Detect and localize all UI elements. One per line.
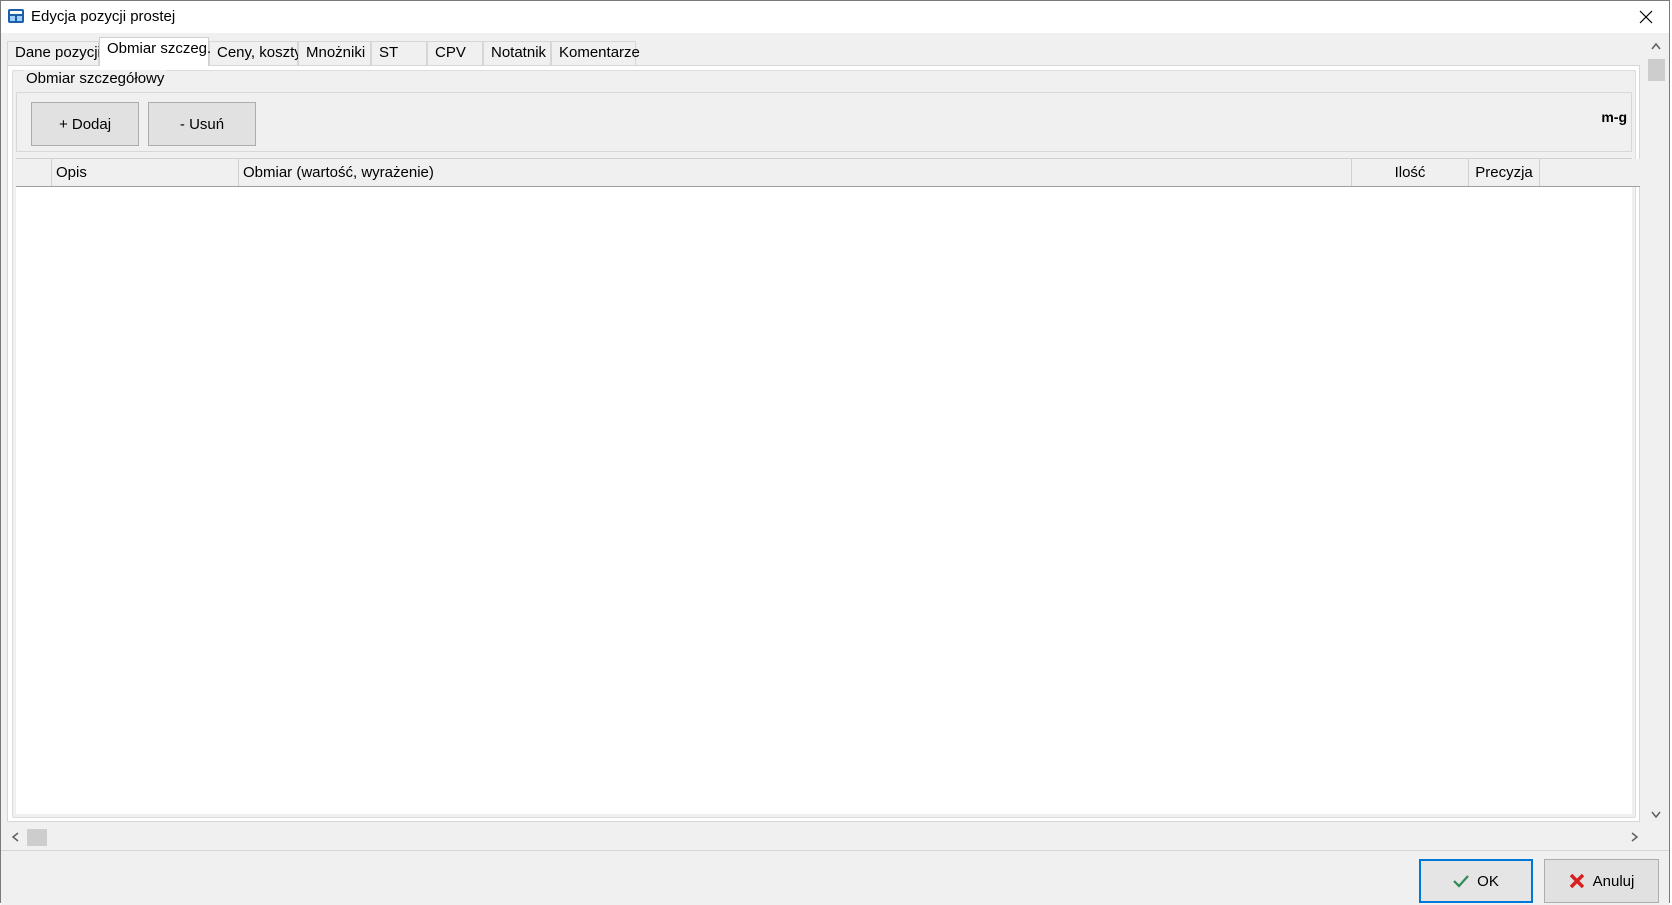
column-header-obmiar[interactable]: Obmiar (wartość, wyrażenie) [239,159,1352,186]
dialog-footer: OK Anuluj [1,850,1669,905]
scroll-right-arrow[interactable] [1631,831,1639,845]
tab-komentarze[interactable]: Komentarze [551,41,640,65]
group-label: Obmiar szczegółowy [24,70,167,87]
column-header-ilosc[interactable]: Ilość [1352,159,1469,186]
window-title: Edycja pozycji prostej [31,8,176,25]
close-icon [1639,10,1653,24]
detailed-measurement-group: Obmiar szczegółowy + Dodaj - Usuń m-g Op… [12,70,1640,818]
tab-st[interactable]: ST [371,41,427,65]
tab-obmiar-szczeg[interactable]: Obmiar szczeg. [99,37,211,66]
scroll-left-arrow[interactable] [11,831,19,845]
tab-ceny-koszty[interactable]: Ceny, koszty [209,41,302,65]
checkmark-icon [1453,875,1469,888]
title-bar: Edycja pozycji prostej [1,1,1669,33]
column-header-precyzja[interactable]: Precyzja [1469,159,1540,186]
column-header-indicator[interactable] [16,159,52,186]
app-icon [8,9,24,23]
horizontal-scrollbar[interactable] [7,822,1641,850]
cross-icon [1569,873,1584,889]
measurement-grid[interactable]: Opis Obmiar (wartość, wyrażenie) Ilość P… [16,158,1640,814]
horizontal-scroll-thumb[interactable] [27,829,47,846]
column-header-opis[interactable]: Opis [52,159,239,186]
tab-dane-pozycji[interactable]: Dane pozycji [7,41,101,65]
scroll-up-arrow[interactable] [1651,39,1661,53]
ok-label: OK [1477,872,1499,890]
ok-button[interactable]: OK [1419,859,1533,903]
scroll-down-arrow[interactable] [1651,808,1661,822]
edit-position-dialog: Edycja pozycji prostej Dane pozycji Obmi… [0,0,1670,905]
tab-mnozniki[interactable]: Mnożniki [298,41,371,65]
vertical-scrollbar[interactable] [1641,37,1669,822]
cancel-button[interactable]: Anuluj [1544,859,1659,903]
tab-content: Obmiar szczegółowy + Dodaj - Usuń m-g Op… [7,65,1640,822]
remove-button[interactable]: - Usuń [148,102,256,146]
measurement-toolbar: + Dodaj - Usuń m-g [16,92,1632,152]
grid-header: Opis Obmiar (wartość, wyrażenie) Ilość P… [16,159,1640,187]
tab-notatnik[interactable]: Notatnik [483,41,551,65]
add-button[interactable]: + Dodaj [31,102,139,146]
close-button[interactable] [1623,1,1669,33]
cancel-label: Anuluj [1592,872,1635,890]
vertical-scroll-thumb[interactable] [1648,59,1665,81]
mg-indicator: m-g [1601,109,1627,125]
tab-cpv[interactable]: CPV [427,41,483,65]
